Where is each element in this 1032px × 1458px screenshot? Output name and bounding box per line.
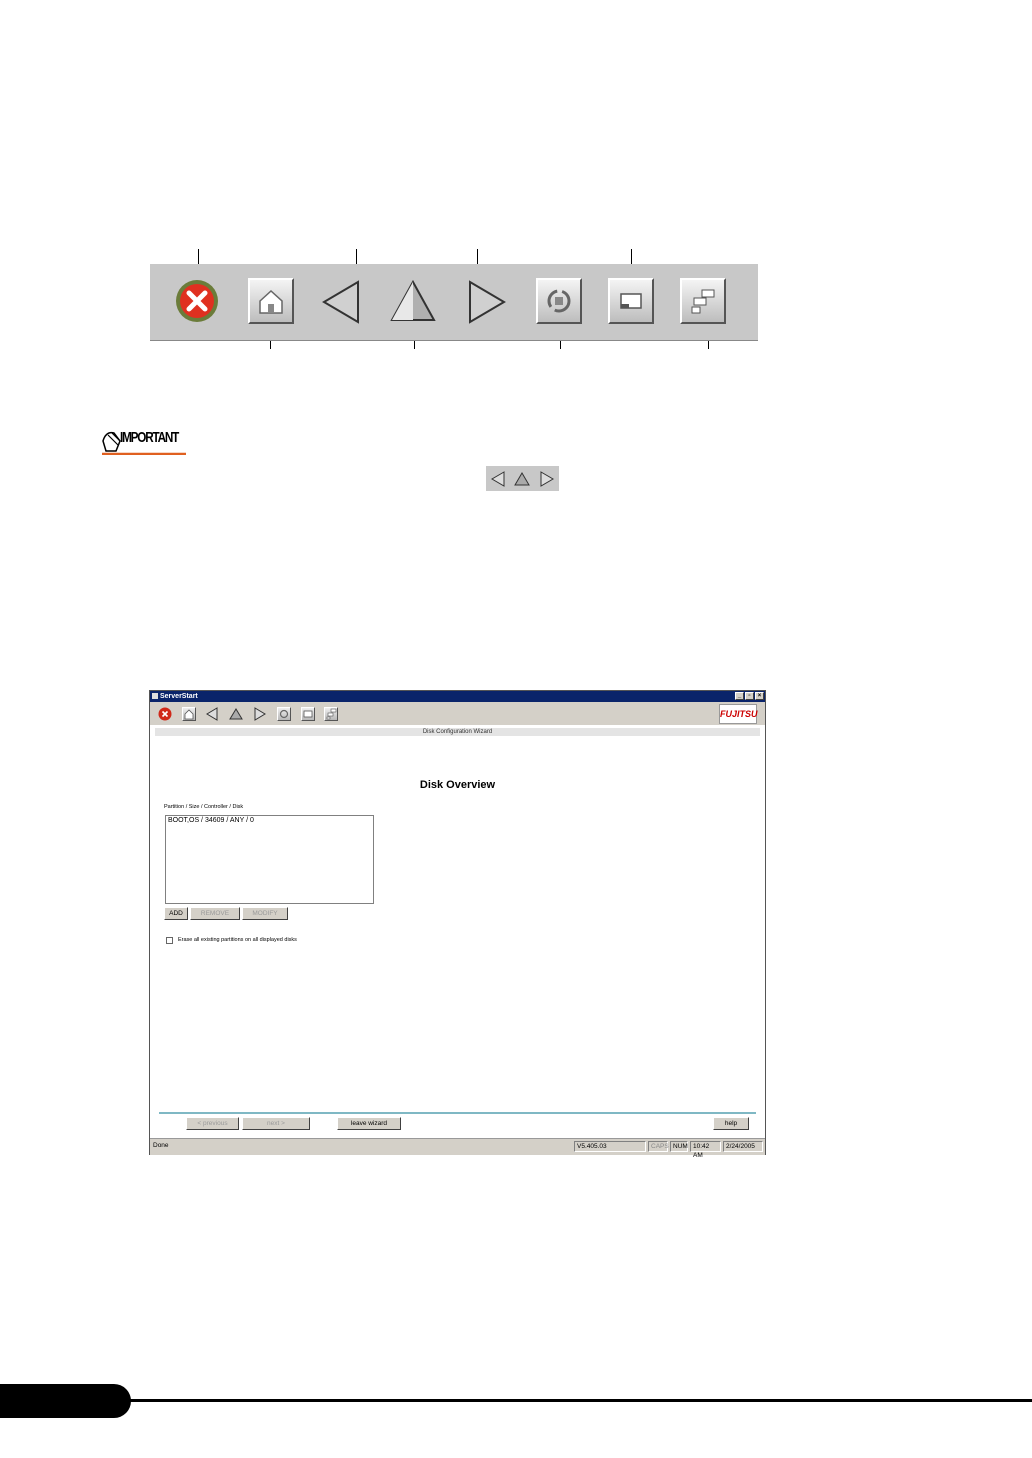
refresh-icon[interactable] bbox=[536, 278, 582, 324]
list-item[interactable]: BOOT,OS / 34609 / ANY / 0 bbox=[168, 817, 254, 824]
up-icon[interactable] bbox=[229, 707, 243, 721]
app-icon bbox=[152, 693, 158, 699]
page-title: Disk Overview bbox=[419, 779, 496, 791]
app-toolbar: FUJITSU bbox=[150, 702, 765, 725]
up-icon[interactable] bbox=[390, 278, 436, 324]
restore-button[interactable]: ▫ bbox=[745, 692, 754, 700]
next-button[interactable]: next > bbox=[242, 1117, 310, 1130]
erase-partitions-label: Erase all existing partitions on all dis… bbox=[178, 937, 297, 943]
refresh-icon[interactable] bbox=[277, 707, 291, 721]
exit-icon[interactable] bbox=[174, 278, 220, 324]
wizard-title-bar: Disk Configuration Wizard bbox=[155, 728, 760, 736]
num-indicator: NUM bbox=[670, 1141, 688, 1152]
back-icon[interactable] bbox=[318, 278, 364, 324]
tree-icon[interactable] bbox=[680, 278, 726, 324]
home-icon[interactable] bbox=[248, 278, 294, 324]
partition-listbox[interactable]: BOOT,OS / 34609 / ANY / 0 bbox=[165, 815, 374, 904]
forward-icon[interactable] bbox=[464, 278, 510, 324]
modify-button[interactable]: MODIFY bbox=[242, 907, 288, 920]
large-toolbar-illustration bbox=[150, 264, 758, 341]
add-button[interactable]: ADD bbox=[164, 907, 188, 920]
window-title: ServerStart bbox=[160, 693, 198, 700]
remove-button[interactable]: REMOVE bbox=[190, 907, 240, 920]
partition-list-label: Partition / Size / Controller / Disk bbox=[164, 804, 244, 810]
caps-indicator: CAPS bbox=[648, 1141, 669, 1152]
minimize-button[interactable]: _ bbox=[735, 692, 744, 700]
important-label: IMPORTANT bbox=[120, 429, 179, 446]
time-label: 10:42 AM bbox=[690, 1141, 721, 1159]
version-label: V5.405.03 bbox=[574, 1141, 646, 1152]
mini-nav-buttons bbox=[486, 466, 559, 491]
fujitsu-logo: FUJITSU bbox=[719, 704, 758, 724]
up-icon bbox=[514, 471, 531, 485]
previous-button[interactable]: < previous bbox=[186, 1117, 239, 1130]
status-text: Done bbox=[153, 1142, 169, 1149]
exit-icon[interactable] bbox=[158, 707, 172, 721]
forward-icon bbox=[540, 470, 555, 487]
page-tab bbox=[0, 1384, 131, 1418]
home-icon[interactable] bbox=[182, 707, 196, 721]
important-badge: IMPORTANT bbox=[100, 427, 188, 456]
serverstart-window: ServerStart _ ▫ × FUJITSU Disk Configura… bbox=[149, 690, 766, 1159]
date-label: 2/24/2005 bbox=[723, 1141, 763, 1152]
help-button[interactable]: help bbox=[713, 1117, 749, 1130]
back-icon bbox=[490, 470, 505, 487]
forward-icon[interactable] bbox=[253, 707, 267, 721]
leave-wizard-button[interactable]: leave wizard bbox=[337, 1117, 401, 1130]
status-bar: Done V5.405.03 CAPS NUM 10:42 AM 2/24/20… bbox=[150, 1138, 765, 1159]
separator bbox=[159, 1112, 756, 1114]
title-bar: ServerStart _ ▫ × bbox=[150, 691, 765, 702]
window-icon[interactable] bbox=[301, 707, 315, 721]
erase-partitions-checkbox[interactable] bbox=[166, 937, 173, 944]
back-icon[interactable] bbox=[205, 707, 219, 721]
close-button[interactable]: × bbox=[755, 692, 764, 700]
page-rule bbox=[120, 1399, 1032, 1402]
tree-icon[interactable] bbox=[324, 707, 338, 721]
window-icon[interactable] bbox=[608, 278, 654, 324]
